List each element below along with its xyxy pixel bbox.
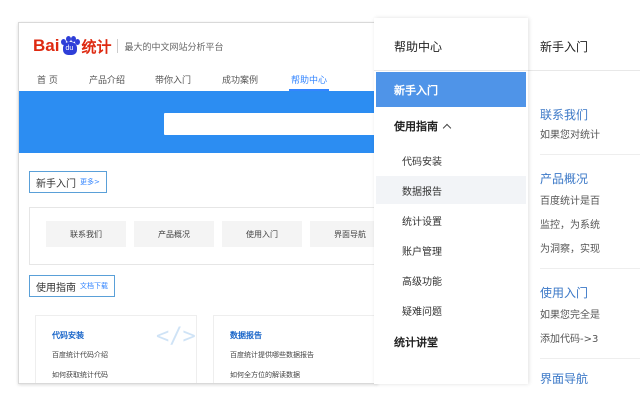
paw-icon: du bbox=[60, 36, 81, 56]
nav-getting-started[interactable]: 带你入门 bbox=[155, 73, 191, 86]
quick-link-overview[interactable]: 产品概况 bbox=[134, 221, 214, 247]
content-heading-overview[interactable]: 产品概况 bbox=[540, 170, 588, 187]
divider bbox=[540, 358, 640, 359]
quick-links-box: 联系我们 产品概况 使用入门 界面导航 bbox=[29, 207, 377, 265]
nav-product[interactable]: 产品介绍 bbox=[89, 73, 125, 86]
divider bbox=[528, 70, 640, 71]
sidebar-item-advanced[interactable]: 高级功能 bbox=[376, 266, 526, 294]
divider bbox=[540, 154, 640, 155]
content-title: 新手入门 bbox=[540, 40, 589, 54]
guide-cards: 代码安装 百度统计代码介绍 如何获取统计代码 </> 数据报告 百度统计提供哪些… bbox=[29, 315, 377, 383]
site-screenshot: Bai du 统计 最大的中文网站分析平台 首 页 产品介绍 带你入门 成功案例… bbox=[18, 22, 378, 384]
content-heading-contact[interactable]: 联系我们 bbox=[540, 106, 588, 123]
quick-link-intro[interactable]: 使用入门 bbox=[222, 221, 302, 247]
logo-text-stat: 统计 bbox=[81, 37, 112, 56]
site-nav: 首 页 产品介绍 带你入门 成功案例 帮助中心 bbox=[19, 69, 377, 91]
sidebar-item-code-install[interactable]: 代码安装 bbox=[376, 146, 526, 174]
code-icon: </> bbox=[156, 324, 196, 349]
guide-section-title[interactable]: 使用指南 文档下载 bbox=[29, 275, 115, 297]
help-sidebar-title: 帮助中心 bbox=[394, 40, 443, 54]
card-link[interactable]: 如何全方位的解读数据 bbox=[230, 370, 300, 380]
search-input[interactable] bbox=[164, 113, 377, 135]
card-link[interactable]: 百度统计提供哪些数据报告 bbox=[230, 350, 314, 360]
sidebar-item-data-report[interactable]: 数据报告 bbox=[376, 176, 526, 204]
content-text: 监控，为系统 bbox=[540, 220, 600, 231]
baidu-tongji-logo[interactable]: Bai du 统计 最大的中文网站分析平台 bbox=[33, 33, 224, 59]
help-sidebar: 帮助中心 新手入门 使用指南 代码安装 数据报告 统计设置 账户管理 高级功能 … bbox=[374, 18, 528, 384]
nav-help-center[interactable]: 帮助中心 bbox=[291, 73, 327, 86]
chevron-up-icon bbox=[442, 123, 452, 132]
sidebar-item-newbie[interactable]: 新手入门 bbox=[376, 72, 526, 107]
quick-link-contact[interactable]: 联系我们 bbox=[46, 221, 126, 247]
sidebar-group-label: 使用指南 bbox=[394, 120, 438, 133]
help-content: 新手入门 联系我们 如果您对统计 产品概况 百度统计是百 监控，为系统 为洞察，… bbox=[528, 18, 640, 384]
divider bbox=[374, 70, 528, 71]
logo-text-bai: Bai bbox=[33, 36, 60, 55]
sidebar-group-guide[interactable]: 使用指南 bbox=[394, 118, 452, 134]
sidebar-group-lecture[interactable]: 统计讲堂 bbox=[394, 334, 438, 350]
card-link[interactable]: 百度统计代码介绍 bbox=[52, 350, 108, 360]
content-text: 百度统计是百 bbox=[540, 196, 600, 207]
site-header: Bai du 统计 最大的中文网站分析平台 bbox=[19, 23, 377, 69]
divider bbox=[540, 268, 640, 269]
newbie-more-link[interactable]: 更多> bbox=[80, 177, 100, 187]
logo-divider bbox=[117, 39, 119, 53]
help-center-panel: 帮助中心 新手入门 使用指南 代码安装 数据报告 统计设置 账户管理 高级功能 … bbox=[374, 18, 640, 384]
content-heading-navigation[interactable]: 界面导航 bbox=[540, 370, 588, 384]
content-text: 如果您对统计 bbox=[540, 130, 600, 141]
content-text: 为洞察，实现 bbox=[540, 244, 600, 255]
content-heading-intro[interactable]: 使用入门 bbox=[540, 284, 588, 301]
sidebar-item-faq[interactable]: 疑难问题 bbox=[376, 296, 526, 324]
newbie-section-label: 新手入门 bbox=[36, 178, 76, 190]
nav-cases[interactable]: 成功案例 bbox=[222, 73, 258, 86]
card-title: 数据报告 bbox=[230, 331, 262, 340]
guide-download-link[interactable]: 文档下载 bbox=[80, 281, 108, 291]
guide-section-label: 使用指南 bbox=[36, 282, 76, 294]
card-data-report[interactable]: 数据报告 百度统计提供哪些数据报告 如何全方位的解读数据 bbox=[213, 315, 375, 383]
logo-text-du: du bbox=[65, 45, 74, 52]
search-banner bbox=[19, 91, 377, 153]
card-link[interactable]: 如何获取统计代码 bbox=[52, 370, 108, 380]
nav-home[interactable]: 首 页 bbox=[37, 73, 58, 86]
quick-link-navigation[interactable]: 界面导航 bbox=[310, 221, 377, 247]
content-text: 添加代码->3 bbox=[540, 334, 599, 345]
newbie-section-title[interactable]: 新手入门 更多> bbox=[29, 171, 107, 193]
content-text: 如果您完全是 bbox=[540, 310, 600, 321]
card-title: 代码安装 bbox=[52, 331, 84, 340]
sidebar-item-account[interactable]: 账户管理 bbox=[376, 236, 526, 264]
site-slogan: 最大的中文网站分析平台 bbox=[124, 42, 224, 53]
sidebar-item-settings[interactable]: 统计设置 bbox=[376, 206, 526, 234]
card-code-install[interactable]: 代码安装 百度统计代码介绍 如何获取统计代码 </> bbox=[35, 315, 197, 383]
